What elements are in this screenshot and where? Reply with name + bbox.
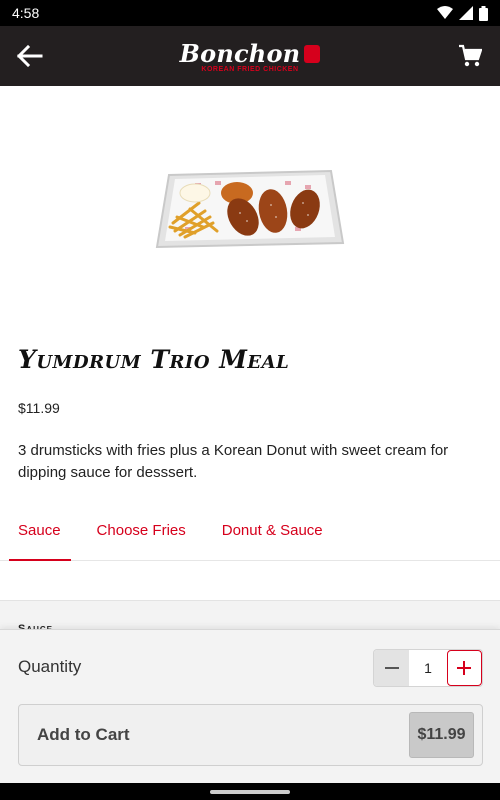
- bonchon-logo: Bonchon KOREAN FRIED CHICKEN: [180, 39, 321, 73]
- product-title: Yumdrum Trio Meal: [18, 345, 290, 374]
- product-description: 3 drumsticks with fries plus a Korean Do…: [18, 442, 449, 481]
- app-bar: Bonchon KOREAN FRIED CHICKEN: [0, 26, 500, 86]
- product-screen: 4:58 Bonchon KOREAN FRIED CHICKEN Yumdru…: [0, 0, 500, 800]
- cart-panel: Quantity 1 Add to Cart $11.99: [0, 629, 500, 783]
- decrement-button[interactable]: [374, 650, 410, 686]
- logo-tagline: KOREAN FRIED CHICKEN: [201, 66, 299, 73]
- tab-donut-sauce[interactable]: Donut & Sauce: [204, 510, 341, 560]
- system-nav-bar: [0, 783, 500, 800]
- product-price: $11.99: [18, 400, 60, 416]
- minus-icon: [384, 667, 399, 669]
- add-to-cart-button[interactable]: Add to Cart $11.99: [18, 704, 483, 766]
- quantity-stepper: 1: [373, 649, 483, 687]
- meal-tray-image: [155, 169, 345, 249]
- home-indicator[interactable]: [210, 789, 290, 794]
- add-to-cart-label: Add to Cart: [37, 725, 130, 744]
- logo-wordmark: Bonchon: [179, 39, 301, 68]
- tab-choose-fries[interactable]: Choose Fries: [79, 510, 204, 560]
- arrow-left-icon: [17, 45, 43, 67]
- tab-sauce[interactable]: Sauce: [0, 510, 79, 561]
- status-bar: 4:58: [0, 0, 500, 26]
- increment-button[interactable]: [446, 650, 482, 686]
- add-to-cart-price: $11.99: [409, 712, 474, 758]
- plus-icon: [457, 661, 472, 675]
- product-image-area: [0, 86, 500, 336]
- quantity-value: 1: [424, 660, 432, 676]
- cart-button[interactable]: [450, 36, 490, 76]
- quantity-label: Quantity: [18, 657, 82, 676]
- back-button[interactable]: [10, 36, 50, 76]
- option-tabs: Sauce Choose Fries Donut & Sauce: [0, 510, 500, 561]
- status-time: 4:58: [12, 5, 40, 21]
- status-icons: [437, 5, 488, 21]
- wifi-icon: [437, 6, 453, 19]
- shopping-cart-icon: [458, 44, 482, 67]
- signal-icon: [459, 6, 473, 20]
- battery-icon: [479, 5, 488, 21]
- logo-badge: [304, 44, 321, 63]
